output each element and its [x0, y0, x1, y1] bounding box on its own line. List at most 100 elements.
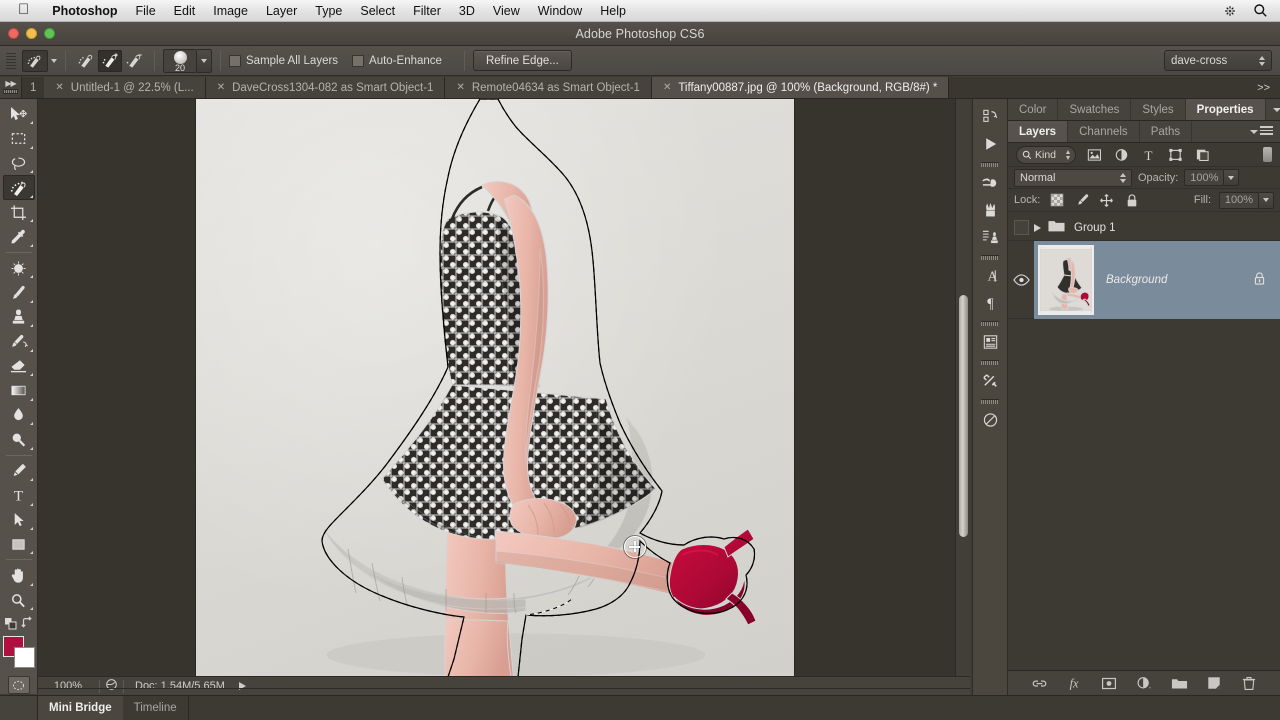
layer-thumbnail[interactable]	[1038, 244, 1094, 315]
dock-group-grip-3[interactable]	[981, 321, 999, 326]
menu-item-view[interactable]: View	[484, 0, 529, 22]
panel-menu-icon[interactable]	[1266, 99, 1280, 120]
type-layer-filter-icon[interactable]: T	[1139, 146, 1157, 164]
tab-properties[interactable]: Properties	[1185, 99, 1266, 120]
kind-spinner-icon[interactable]	[1066, 149, 1070, 160]
menu-item-file[interactable]: File	[127, 0, 165, 22]
menu-item-type[interactable]: Type	[306, 0, 351, 22]
dock-group-grip[interactable]	[981, 162, 999, 167]
close-icon[interactable]: ✕	[55, 82, 63, 93]
menu-item-window[interactable]: Window	[529, 0, 591, 22]
dock-group-grip-2[interactable]	[981, 255, 999, 260]
tab-styles[interactable]: Styles	[1131, 99, 1186, 120]
menu-item-help[interactable]: Help	[591, 0, 635, 22]
menu-item-photoshop[interactable]: Photoshop	[43, 0, 126, 22]
subtract-from-selection-button[interactable]	[122, 50, 146, 72]
new-group-icon[interactable]	[1170, 674, 1188, 692]
layer-filter-kind-select[interactable]: Kind	[1016, 145, 1076, 164]
blur-tool[interactable]	[3, 403, 35, 427]
delete-layer-icon[interactable]	[1240, 674, 1258, 692]
type-tool[interactable]: T	[3, 483, 35, 507]
paragraph-icon[interactable]: ¶	[975, 289, 1005, 316]
default-colors-icon[interactable]	[4, 617, 18, 630]
minimize-button[interactable]	[26, 28, 37, 39]
history-icon[interactable]	[975, 103, 1005, 130]
new-adjustment-layer-icon[interactable]	[1135, 674, 1153, 692]
menu-item-image[interactable]: Image	[204, 0, 257, 22]
brush-size-field[interactable]: 20	[163, 48, 197, 73]
clone-stamp-tool[interactable]	[3, 305, 35, 329]
adjustments-icon[interactable]	[975, 367, 1005, 394]
eye-icon-empty[interactable]	[1013, 220, 1029, 235]
close-icon[interactable]: ✕	[456, 82, 464, 93]
quick-selection-tool-icon[interactable]	[22, 49, 48, 72]
lock-transparent-pixels-icon[interactable]	[1048, 192, 1065, 209]
layer-name[interactable]: Group 1	[1074, 222, 1116, 234]
close-button[interactable]	[8, 28, 19, 39]
document-tab-davecross1304[interactable]: ✕ DaveCross1304-082 as Smart Object-1	[205, 77, 446, 98]
swap-colors-icon[interactable]	[20, 616, 34, 629]
smart-object-filter-icon[interactable]	[1193, 146, 1211, 164]
adjustment-layer-filter-icon[interactable]	[1112, 146, 1130, 164]
notes-icon[interactable]	[975, 328, 1005, 355]
panel-menu-icon[interactable]	[1243, 121, 1280, 142]
tab-timeline[interactable]: Timeline	[123, 696, 188, 720]
canvas-area[interactable]	[38, 99, 970, 676]
brush-tip-icon[interactable]	[975, 196, 1005, 223]
brush-picker-chevron-down-icon[interactable]	[197, 48, 212, 73]
dock-group-grip-4[interactable]	[981, 360, 999, 365]
lock-all-icon[interactable]	[1123, 192, 1140, 209]
link-layers-icon[interactable]	[1030, 674, 1048, 692]
layer-row-background[interactable]: Background	[1008, 240, 1280, 319]
layer-visibility-toggle[interactable]	[1008, 273, 1034, 286]
add-to-selection-button[interactable]	[98, 49, 122, 72]
spot-healing-brush-tool[interactable]	[3, 256, 35, 280]
opacity-chevron-down-icon[interactable]	[1224, 169, 1240, 186]
collapse-arrows-icon[interactable]: ▶▶	[5, 79, 16, 88]
background-color-swatch[interactable]	[13, 647, 35, 669]
workspace-selector[interactable]: dave-cross	[1164, 50, 1272, 71]
zoom-level[interactable]: 100%	[38, 680, 94, 692]
options-bar-grip[interactable]	[6, 50, 16, 72]
canvas-vertical-scrollbar[interactable]	[955, 99, 970, 676]
blend-mode-spinner-icon[interactable]	[1120, 172, 1126, 183]
masks-icon[interactable]	[975, 406, 1005, 433]
quick-selection-tool[interactable]	[2, 175, 35, 200]
tool-presets-icon[interactable]	[975, 223, 1005, 250]
menu-item-3d[interactable]: 3D	[450, 0, 484, 22]
layer-row-group-1[interactable]: Group 1	[1008, 215, 1280, 241]
new-selection-button[interactable]	[74, 50, 98, 72]
tab-overflow-button[interactable]: >>	[1247, 77, 1280, 98]
move-tool[interactable]	[3, 102, 35, 126]
zoom-tool[interactable]	[3, 588, 35, 612]
layer-visibility-toggle[interactable]	[1008, 220, 1034, 235]
tab-swatches[interactable]: Swatches	[1058, 99, 1132, 120]
lock-image-pixels-icon[interactable]	[1073, 192, 1090, 209]
shape-layer-filter-icon[interactable]	[1166, 146, 1184, 164]
fill-value[interactable]: 100%	[1219, 191, 1259, 209]
tab-bar-grip[interactable]: ▶▶	[0, 77, 22, 98]
close-icon[interactable]: ✕	[217, 82, 225, 93]
refine-edge-button[interactable]: Refine Edge...	[472, 50, 572, 71]
opacity-value[interactable]: 100%	[1184, 169, 1225, 186]
fill-chevron-down-icon[interactable]	[1259, 191, 1274, 209]
menu-item-filter[interactable]: Filter	[404, 0, 450, 22]
brush-presets-icon[interactable]	[975, 169, 1005, 196]
layer-row-content[interactable]: Background	[1034, 240, 1280, 319]
bottom-bar-grip[interactable]	[0, 695, 38, 720]
document-tab-untitled-1[interactable]: ✕ Untitled-1 @ 22.5% (L...	[44, 77, 206, 98]
eye-icon[interactable]	[1012, 273, 1030, 286]
layer-style-fx-icon[interactable]: fx	[1065, 674, 1083, 692]
tool-preset-picker[interactable]	[22, 49, 57, 72]
auto-enhance-checkbox[interactable]: Auto-Enhance	[352, 54, 442, 67]
color-swatches[interactable]	[2, 636, 35, 669]
checkbox-box[interactable]	[352, 54, 365, 67]
menu-item-edit[interactable]: Edit	[165, 0, 205, 22]
spotlight-sparkle-icon[interactable]	[1223, 4, 1237, 18]
add-layer-mask-icon[interactable]	[1100, 674, 1118, 692]
layer-name[interactable]: Background	[1106, 274, 1167, 286]
lasso-tool[interactable]	[3, 151, 35, 175]
gradient-tool[interactable]	[3, 378, 35, 402]
brush-tool[interactable]	[3, 280, 35, 304]
path-selection-tool[interactable]	[3, 508, 35, 532]
